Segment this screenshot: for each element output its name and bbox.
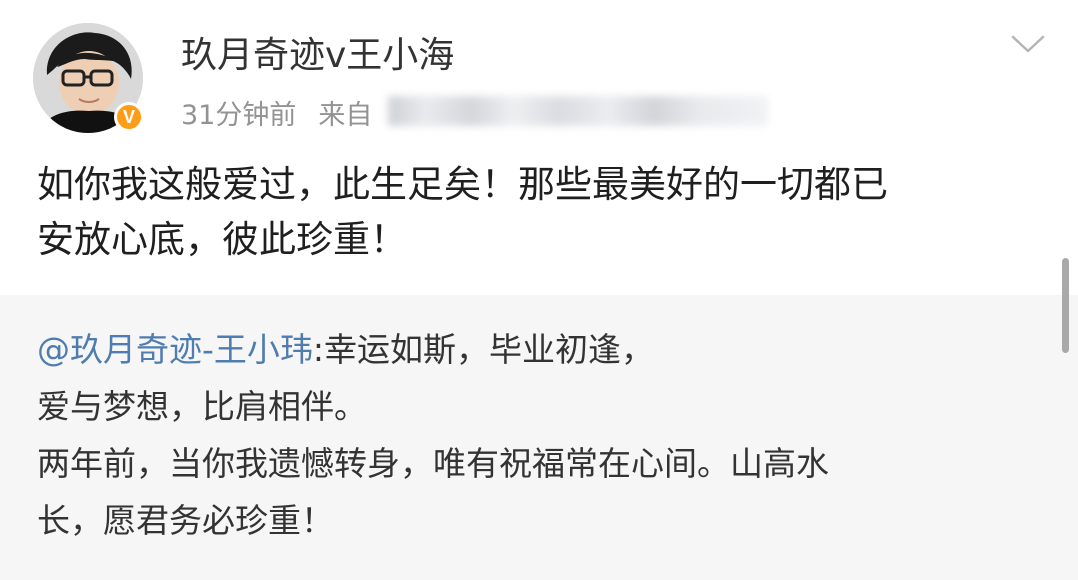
retweet-text: @玖月奇迹-王小玮:幸运如斯，毕业初逢， 爱与梦想，比肩相伴。 两年前，当你我遗… [37, 321, 1037, 549]
scrollbar-thumb[interactable] [1062, 258, 1069, 353]
author-name[interactable]: 玖月奇迹v王小海 [181, 32, 454, 80]
chevron-down-icon[interactable] [1008, 28, 1048, 58]
post-source-label: 来自 [318, 99, 373, 131]
post-text: 如你我这般爱过，此生足矣！那些最美好的一切都已 安放心底，彼此珍重！ [37, 157, 1037, 267]
retweet-line: @玖月奇迹-王小玮:幸运如斯，毕业初逢， [37, 321, 1037, 378]
mention-link[interactable]: @玖月奇迹-王小玮 [37, 330, 313, 369]
retweet-line: 两年前，当你我遗憾转身，唯有祝福常在心间。山高水 [37, 444, 829, 483]
verified-badge: V [114, 102, 144, 132]
retweet-line: 长，愿君务必珍重！ [37, 501, 334, 540]
retweet-line: 爱与梦想，比肩相伴。 [37, 387, 367, 426]
retweet-line-text: :幸运如斯，毕业初逢， [312, 330, 655, 369]
post-text-line: 如你我这般爱过，此生足矣！那些最美好的一切都已 [37, 163, 888, 206]
post-time: 31分钟前 [181, 99, 297, 131]
blurred-source [388, 96, 768, 126]
post-text-line: 安放心底，彼此珍重！ [37, 218, 407, 261]
retweet-block[interactable]: @玖月奇迹-王小玮:幸运如斯，毕业初逢， 爱与梦想，比肩相伴。 两年前，当你我遗… [0, 295, 1078, 580]
weibo-post-card: V 玖月奇迹v王小海 31分钟前 来自 如你我这般爱过，此生足矣！那些最美好的一… [0, 0, 1078, 580]
post-meta: 31分钟前 来自 [181, 92, 372, 132]
